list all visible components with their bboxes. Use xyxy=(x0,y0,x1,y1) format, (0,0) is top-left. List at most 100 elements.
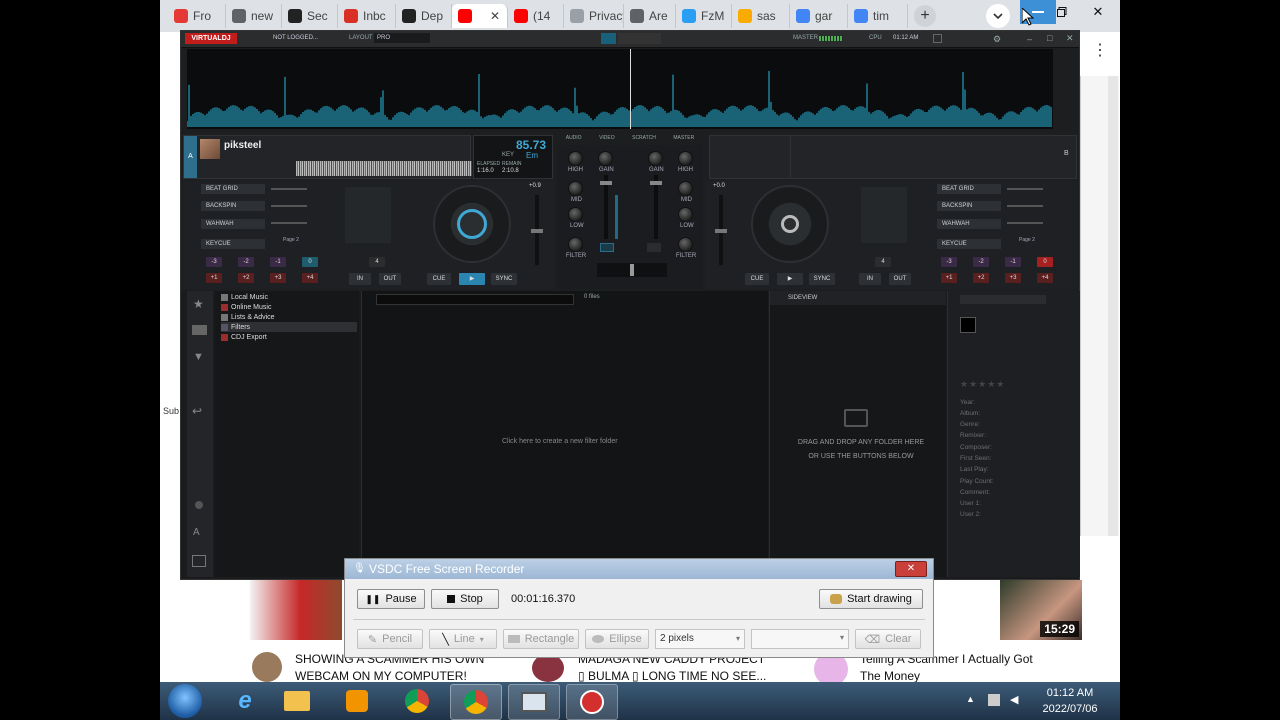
empty-hint[interactable]: Click here to create a new filter folder xyxy=(502,438,618,445)
fx-backspin[interactable]: BACKSPIN xyxy=(937,201,1001,211)
recorder-titlebar[interactable]: 🎙 VSDC Free Screen Recorder ✕ xyxy=(345,559,933,579)
key-pad[interactable]: +4 xyxy=(1037,273,1053,283)
key-pad[interactable]: -3 xyxy=(206,257,222,267)
layout-select[interactable]: PRO xyxy=(374,33,430,43)
tray-date[interactable]: 2022/07/06 xyxy=(1035,703,1105,715)
browser-tab[interactable]: Inbc xyxy=(338,4,396,28)
restore-button[interactable] xyxy=(1044,0,1080,24)
low-knob[interactable] xyxy=(568,207,583,222)
loop-in-button[interactable]: IN xyxy=(859,273,881,285)
pitch-slider[interactable] xyxy=(531,195,543,265)
browser-tab[interactable]: new xyxy=(226,4,282,28)
filter-knob[interactable] xyxy=(678,237,693,252)
key-pad[interactable]: -2 xyxy=(973,257,989,267)
browser-tab[interactable]: Privacy xyxy=(564,4,624,28)
crossfader[interactable] xyxy=(597,263,667,277)
tab-master[interactable]: MASTER xyxy=(673,135,694,145)
play-button[interactable]: ▶ xyxy=(459,273,485,285)
record-icon[interactable] xyxy=(933,34,942,43)
tree-item[interactable]: Online Music xyxy=(221,302,271,312)
browser-tab[interactable]: (14 xyxy=(508,4,564,28)
fx-slider[interactable] xyxy=(1007,188,1043,190)
sampler-pads[interactable] xyxy=(345,187,391,243)
info-select[interactable] xyxy=(960,295,1046,304)
fx-beat-grid[interactable]: BEAT GRID xyxy=(937,184,1001,194)
thickness-select[interactable]: 2 pixels ▾ xyxy=(655,629,745,649)
browser-tab[interactable]: Fro xyxy=(168,4,226,28)
folder-icon[interactable] xyxy=(192,325,207,335)
volume-icon[interactable]: ◀ xyxy=(1010,693,1018,706)
start-button[interactable] xyxy=(168,684,202,718)
tree-item[interactable]: Filters xyxy=(221,322,357,332)
gain-knob[interactable] xyxy=(568,151,583,166)
layout-switch[interactable] xyxy=(601,33,661,44)
tab-video[interactable]: VIDEO xyxy=(599,135,615,145)
stop-button[interactable]: Stop xyxy=(431,589,499,609)
layout-icon[interactable] xyxy=(192,555,206,567)
browser-tab[interactable]: Are xyxy=(624,4,676,28)
line-button[interactable]: ╲ Line ▾ xyxy=(429,629,497,649)
loop-out-button[interactable]: OUT xyxy=(889,273,911,285)
network-icon[interactable] xyxy=(988,694,1000,706)
volume-fader[interactable] xyxy=(600,175,612,239)
tab-audio[interactable]: AUDIO xyxy=(566,135,582,145)
fx-wahwah[interactable]: WAHWAH xyxy=(201,219,265,229)
loop-out-button[interactable]: OUT xyxy=(379,273,401,285)
ie-icon[interactable]: e xyxy=(220,684,270,718)
sampler-pads[interactable] xyxy=(861,187,907,243)
loop-size[interactable]: 4 xyxy=(875,257,891,267)
maximize-icon[interactable]: □ xyxy=(1047,33,1052,43)
key-pad[interactable]: -2 xyxy=(238,257,254,267)
recorder-app-icon[interactable] xyxy=(508,684,560,720)
close-icon[interactable]: ✕ xyxy=(1066,33,1074,44)
tray-arrow-icon[interactable]: ▲ xyxy=(966,694,975,704)
play-button[interactable]: ▶ xyxy=(777,273,803,285)
video-thumbnail[interactable] xyxy=(250,580,342,640)
key-pad[interactable]: +2 xyxy=(238,273,254,283)
settings-icon[interactable]: ⚙ xyxy=(993,34,1001,45)
avatar[interactable] xyxy=(532,654,564,682)
fx-slider[interactable] xyxy=(1007,205,1043,207)
key-pad[interactable]: +4 xyxy=(302,273,318,283)
cue-button[interactable]: CUE xyxy=(745,273,769,285)
loop-size[interactable]: 4 xyxy=(369,257,385,267)
pencil-button[interactable]: ✎ Pencil xyxy=(357,629,423,649)
tab-close-icon[interactable]: ✕ xyxy=(490,9,500,23)
new-tab-button[interactable]: + xyxy=(914,5,936,27)
key-pad[interactable]: 0 xyxy=(302,257,318,267)
browser-tab[interactable]: Sec xyxy=(282,4,338,28)
key-pad[interactable]: -1 xyxy=(270,257,286,267)
deck-b-jogwheel[interactable] xyxy=(751,185,829,263)
more-vert-icon[interactable]: ⋮ xyxy=(1085,40,1115,70)
cue-button[interactable]: CUE xyxy=(427,273,451,285)
star-icon[interactable]: ★ xyxy=(193,297,204,311)
key-pad[interactable]: +3 xyxy=(270,273,286,283)
fx-slider[interactable] xyxy=(271,188,307,190)
filter-knob[interactable] xyxy=(568,237,583,252)
gain-knob[interactable] xyxy=(678,151,693,166)
loop-in-button[interactable]: IN xyxy=(349,273,371,285)
media-player-icon[interactable] xyxy=(332,684,382,718)
avatar[interactable] xyxy=(252,652,282,682)
clear-button[interactable]: ⌫ Clear xyxy=(855,629,921,649)
fx-backspin[interactable]: BACKSPIN xyxy=(201,201,265,211)
mid-knob[interactable] xyxy=(678,181,693,196)
video-thumbnail[interactable]: 15:29 xyxy=(1000,580,1082,640)
pfl-button[interactable] xyxy=(647,243,661,252)
gain-knob[interactable] xyxy=(648,151,663,166)
low-knob[interactable] xyxy=(678,207,693,222)
mid-knob[interactable] xyxy=(568,181,583,196)
back-icon[interactable]: ↩ xyxy=(192,404,202,418)
fx-slider[interactable] xyxy=(1007,222,1043,224)
browser-tab[interactable]: sas xyxy=(732,4,790,28)
tray-time[interactable]: 01:12 AM xyxy=(1038,687,1102,699)
filter-icon[interactable]: ▼ xyxy=(193,351,204,363)
browser-tab[interactable]: ✕ xyxy=(452,4,508,28)
color-select[interactable]: ▾ xyxy=(751,629,849,649)
key-pad[interactable]: +1 xyxy=(941,273,957,283)
rectangle-button[interactable]: Rectangle xyxy=(503,629,579,649)
key-pad[interactable]: 0 xyxy=(1037,257,1053,267)
fx-wahwah[interactable]: WAHWAH xyxy=(937,219,1001,229)
chrome-icon[interactable] xyxy=(392,684,442,718)
window-close-button[interactable]: ✕ xyxy=(1080,0,1116,24)
